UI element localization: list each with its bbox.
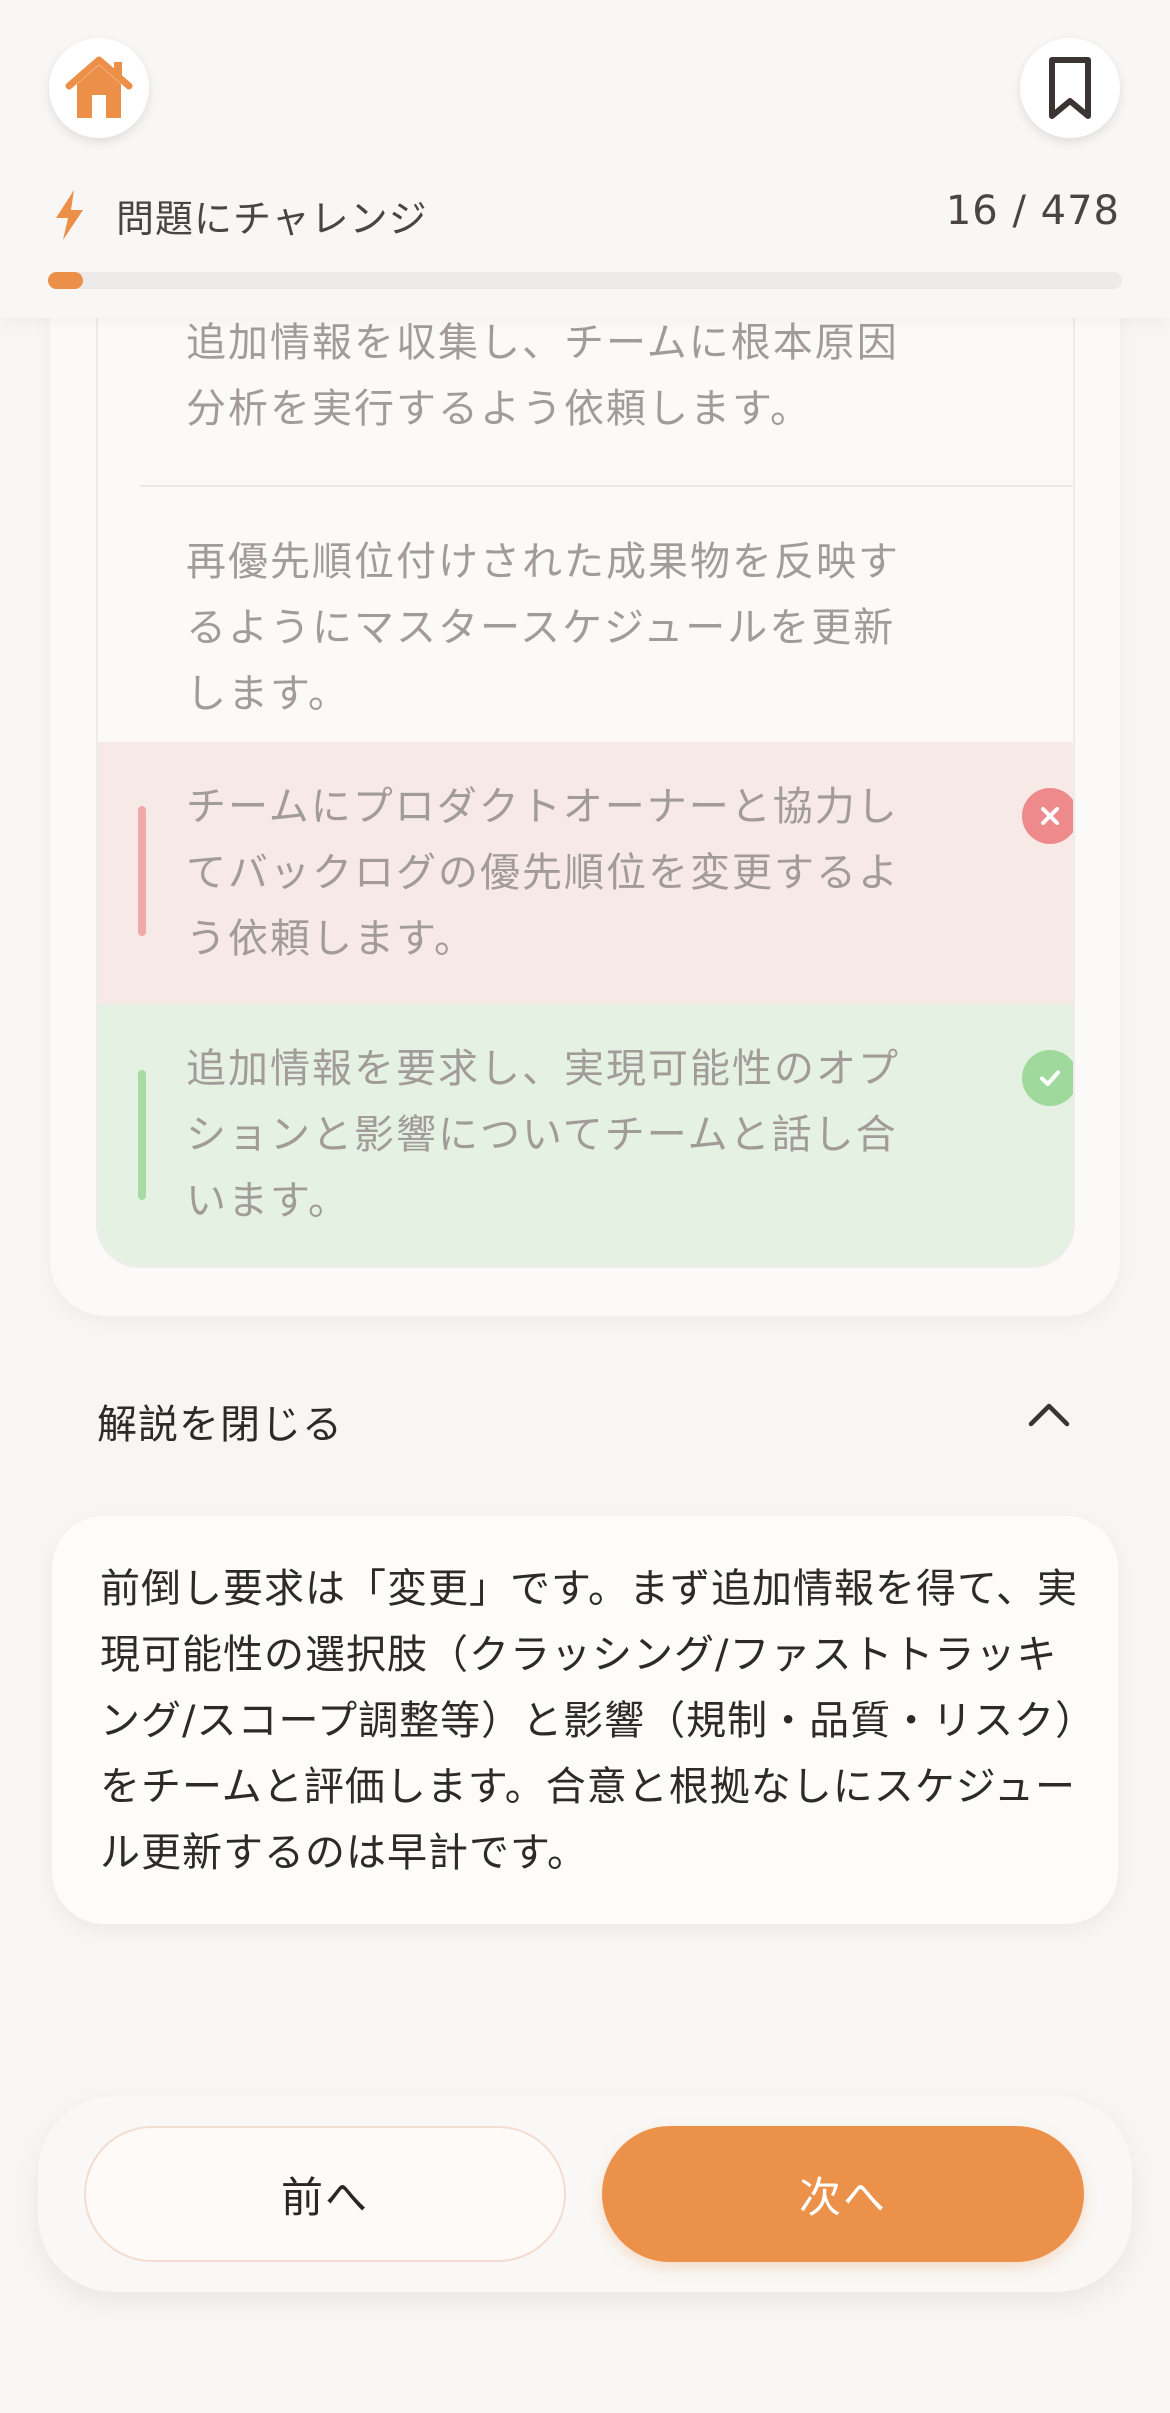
option-text: チームにプロダクトオーナーと協力してバックログの優先順位を変更するよう依頼します…	[186, 784, 900, 962]
option-item-3-wrong[interactable]: チームにプロダクトオーナーと協力してバックログの優先順位を変更するよう依頼します…	[98, 742, 1073, 1004]
bolt-icon	[56, 190, 83, 240]
explanation-toggle-label: 解説を閉じる	[97, 1402, 343, 1448]
option-text: 追加情報を要求し、実現可能性のオプションと影響についてチームと話し合います。	[186, 1046, 900, 1224]
progress-fill	[48, 272, 84, 289]
header: 問題にチャレンジ 16 / 478	[0, 0, 1170, 318]
option-item-2[interactable]: 再優先順位付けされた成果物を反映するようにマスタースケジュールを更新します。	[98, 487, 1073, 742]
check-circle-icon	[1022, 1050, 1073, 1106]
home-button[interactable]	[49, 38, 149, 138]
quiz-screen: 追加情報を収集し、チームに根本原因分析を実行するよう依頼します。 再優先順位付け…	[0, 0, 1170, 2413]
option-text: 追加情報を収集し、チームに根本原因分析を実行するよう依頼します。	[186, 320, 899, 432]
explanation-text: 前倒し要求は「変更」です。まず追加情報を得て、実現可能性の選択肢（クラッシング/…	[100, 1566, 1078, 1876]
challenge-label: 問題にチャレンジ	[116, 197, 428, 241]
correct-indicator-bar	[138, 1070, 146, 1200]
home-icon	[65, 56, 133, 118]
option-item-4-correct[interactable]: 追加情報を要求し、実現可能性のオプションと影響についてチームと話し合います。	[98, 1004, 1073, 1266]
wrong-indicator-bar	[138, 806, 146, 936]
question-counter: 16 / 478	[945, 188, 1120, 234]
option-text: 再優先順位付けされた成果物を反映するようにマスタースケジュールを更新します。	[186, 539, 900, 717]
answer-options-list: 追加情報を収集し、チームに根本原因分析を実行するよう依頼します。 再優先順位付け…	[96, 250, 1075, 1268]
explanation-card: 前倒し要求は「変更」です。まず追加情報を得て、実現可能性の選択肢（クラッシング/…	[52, 1516, 1118, 1924]
bookmark-button[interactable]	[1020, 38, 1120, 138]
challenge-row: 問題にチャレンジ 16 / 478	[50, 184, 1120, 244]
close-circle-icon	[1022, 788, 1073, 844]
prev-button[interactable]: 前へ	[84, 2126, 566, 2262]
bookmark-icon	[1049, 57, 1091, 119]
bottom-nav: 前へ 次へ	[38, 2096, 1132, 2292]
next-button[interactable]: 次へ	[602, 2126, 1084, 2262]
chevron-up-icon	[1028, 1403, 1070, 1427]
progress-bar	[48, 272, 1122, 289]
answer-options-card: 追加情報を収集し、チームに根本原因分析を実行するよう依頼します。 再優先順位付け…	[50, 250, 1120, 1316]
